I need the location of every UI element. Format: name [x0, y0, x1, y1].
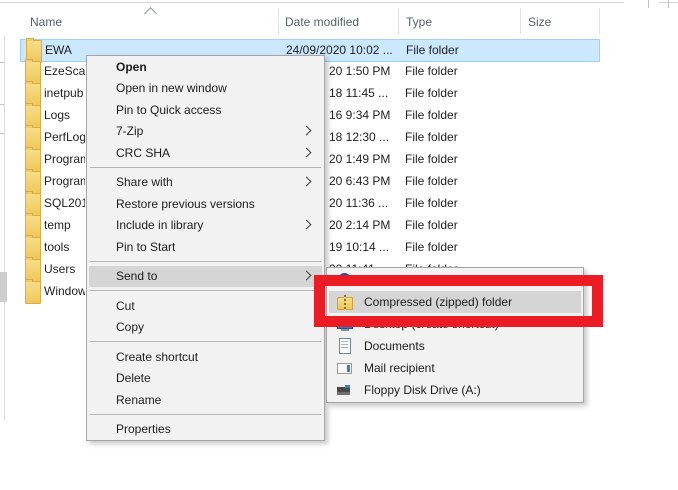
menu-separator — [90, 414, 321, 415]
menu-item-label: Properties — [116, 422, 171, 436]
menu-item-label: Cut — [116, 299, 135, 313]
file-type: File folder — [405, 127, 495, 148]
file-type: File folder — [405, 193, 495, 214]
file-name: Users — [44, 259, 85, 280]
send-to-item-floppy-disk-drive-a[interactable]: Floppy Disk Drive (A:) — [329, 379, 581, 401]
context-menu-item-rename[interactable]: Rename — [89, 389, 322, 411]
file-name: Logs — [44, 105, 85, 126]
menu-item-label: Mail recipient — [364, 361, 435, 375]
chevron-right-icon — [302, 220, 312, 230]
menu-separator — [90, 290, 321, 291]
file-name: inetpub — [44, 83, 85, 104]
menu-item-label: Send to — [116, 269, 157, 283]
column-separator[interactable] — [278, 8, 279, 34]
context-menu-item-7-zip[interactable]: 7-Zip — [89, 121, 322, 143]
send-to-item-mail-recipient[interactable]: Mail recipient — [329, 357, 581, 379]
file-type: File folder — [405, 171, 495, 192]
sort-ascending-icon — [144, 7, 157, 20]
file-type: File folder — [405, 215, 495, 236]
file-name: EWA — [45, 40, 86, 61]
column-header-type[interactable]: Type — [406, 12, 432, 32]
column-header-name[interactable]: Name — [30, 12, 62, 32]
file-name: Program — [44, 171, 85, 192]
top-right-tick — [648, 0, 649, 8]
folder-icon — [25, 281, 41, 304]
menu-item-label: Pin to Quick access — [116, 103, 221, 117]
file-type: File folder — [406, 40, 496, 61]
file-name: PerfLog — [44, 127, 85, 148]
context-menu: Open Open in new window Pin to Quick acc… — [86, 55, 325, 441]
nav-pane-dash — [0, 104, 4, 105]
file-name: Program — [44, 149, 85, 170]
file-name: Window — [44, 281, 85, 302]
menu-separator — [90, 261, 321, 262]
chevron-right-icon — [302, 271, 312, 281]
column-separator[interactable] — [520, 8, 521, 34]
chevron-right-icon — [302, 177, 312, 187]
file-type: File folder — [405, 61, 495, 82]
menu-item-label: Delete — [116, 371, 151, 385]
context-menu-item-delete[interactable]: Delete — [89, 368, 322, 390]
column-separator[interactable] — [599, 8, 600, 34]
context-menu-item-pin-to-quick-access[interactable]: Pin to Quick access — [89, 99, 322, 121]
menu-item-label: Include in library — [116, 218, 203, 232]
top-right-tick — [668, 0, 669, 8]
menu-separator — [90, 167, 321, 168]
column-header-size[interactable]: Size — [528, 12, 551, 32]
menu-item-label: CRC SHA — [116, 146, 170, 160]
column-separator[interactable] — [398, 8, 399, 34]
chevron-right-icon — [302, 126, 312, 136]
file-type: File folder — [405, 237, 495, 258]
context-menu-item-cut[interactable]: Cut — [89, 295, 322, 317]
documents-icon — [337, 338, 353, 354]
context-menu-item-pin-to-start[interactable]: Pin to Start — [89, 236, 322, 258]
context-menu-item-share-with[interactable]: Share with — [89, 172, 322, 194]
menu-item-label: Open — [116, 60, 147, 74]
nav-pane-dash — [0, 62, 4, 63]
context-menu-item-properties[interactable]: Properties — [89, 419, 322, 441]
context-menu-item-open-in-new-window[interactable]: Open in new window — [89, 78, 322, 100]
menu-item-label: Rename — [116, 393, 161, 407]
nav-pane-dash — [0, 133, 4, 134]
menu-item-label: 7-Zip — [116, 124, 143, 138]
nav-pane-scrollbar-thumb[interactable] — [0, 272, 7, 302]
context-menu-item-copy[interactable]: Copy — [89, 317, 322, 339]
annotation-red-box — [314, 275, 603, 327]
menu-item-label: Copy — [116, 320, 144, 334]
file-type: File folder — [405, 83, 495, 104]
file-type: File folder — [405, 149, 495, 170]
floppy-drive-icon — [337, 382, 353, 398]
chevron-right-icon — [302, 147, 312, 157]
mail-recipient-icon — [337, 360, 353, 376]
file-name: tools — [44, 237, 85, 258]
window-top-border — [0, 2, 624, 3]
file-name: temp — [44, 215, 85, 236]
file-type: File folder — [405, 105, 495, 126]
menu-item-label: Open in new window — [116, 81, 227, 95]
menu-item-label: Pin to Start — [116, 240, 175, 254]
column-header-date-modified[interactable]: Date modified — [285, 12, 359, 32]
file-explorer-window: Name Date modified Type Size EWA 24/09/2… — [0, 0, 678, 490]
context-menu-item-crc-sha[interactable]: CRC SHA — [89, 142, 322, 164]
menu-item-label: Share with — [116, 175, 173, 189]
send-to-item-documents[interactable]: Documents — [329, 335, 581, 357]
context-menu-item-restore-previous-versions[interactable]: Restore previous versions — [89, 193, 322, 215]
context-menu-item-create-shortcut[interactable]: Create shortcut — [89, 346, 322, 368]
nav-pane-edge — [4, 36, 5, 420]
menu-separator — [90, 341, 321, 342]
menu-item-label: Floppy Disk Drive (A:) — [364, 383, 481, 397]
context-menu-item-open[interactable]: Open — [89, 56, 322, 78]
menu-item-label: Documents — [364, 339, 425, 353]
menu-item-label: Restore previous versions — [116, 197, 255, 211]
menu-item-label: Create shortcut — [116, 350, 198, 364]
file-name: SQL201 — [44, 193, 85, 214]
context-menu-item-send-to[interactable]: Send to — [89, 266, 322, 288]
file-name: EzeScan — [44, 61, 85, 82]
context-menu-item-include-in-library[interactable]: Include in library — [89, 215, 322, 237]
